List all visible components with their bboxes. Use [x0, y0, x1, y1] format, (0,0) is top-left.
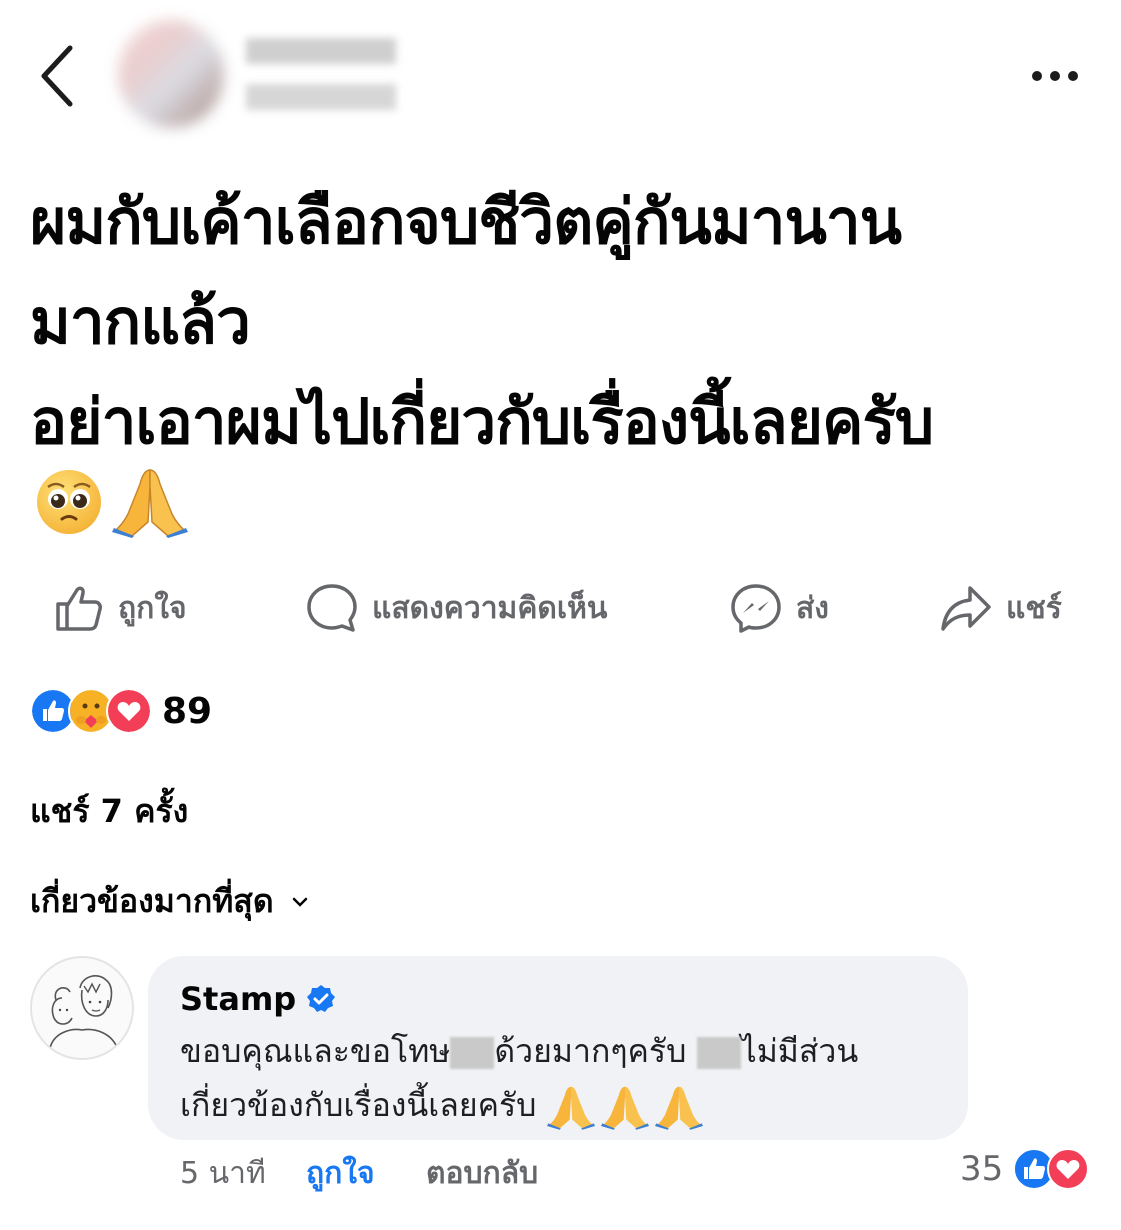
comment-bubble-icon — [307, 584, 357, 632]
author-avatar[interactable] — [118, 20, 224, 128]
sort-label: เกี่ยวข้องมากที่สุด — [30, 882, 274, 920]
thumbs-up-icon — [56, 586, 102, 631]
comment-text-part1: ขอบคุณและขอโทษ — [180, 1032, 451, 1070]
comment-sort-dropdown[interactable]: เกี่ยวข้องมากที่สุด — [30, 876, 308, 927]
comment-action-button[interactable]: แสดงความคิดเห็น — [306, 580, 607, 636]
send-action-label: ส่ง — [796, 590, 829, 626]
comment-time: 5 นาที — [180, 1156, 266, 1191]
more-horizontal-icon — [1032, 71, 1042, 81]
like-action-button[interactable]: ถูกใจ — [52, 580, 187, 636]
comment-author[interactable]: Stamp — [180, 980, 336, 1018]
folded-hands-emoji — [600, 1086, 649, 1130]
comment-author-name: Stamp — [180, 980, 297, 1018]
back-button[interactable] — [30, 38, 86, 114]
like-action-label: ถูกใจ — [118, 590, 187, 626]
comment-reaction-count: 35 — [960, 1149, 1004, 1189]
post-text: ผมกับเค้าเลือกจบชีวิตคู่กันมานาน มากแล้ว… — [30, 185, 934, 458]
post-emojis — [34, 466, 188, 538]
share-arrow-icon — [941, 586, 991, 631]
chevron-left-icon — [41, 45, 73, 107]
love-reaction-icon — [106, 688, 152, 734]
author-name-redacted[interactable] — [246, 38, 396, 64]
folded-hands-emoji — [654, 1086, 703, 1130]
send-action-button[interactable]: ส่ง — [730, 580, 829, 636]
comment-like-button[interactable]: ถูกใจ — [306, 1150, 375, 1197]
share-action-button[interactable]: แชร์ — [940, 580, 1062, 636]
share-count[interactable]: แชร์ 7 ครั้ง — [30, 786, 188, 837]
comment-reply-button[interactable]: ตอบกลับ — [426, 1150, 538, 1197]
comment-text: ขอบคุณและขอโทษ ด้วยมากๆครับ ไม่มีส่วน เกี… — [180, 1024, 960, 1132]
comment-action-label: แสดงความคิดเห็น — [372, 590, 608, 626]
reaction-summary[interactable]: 89 — [30, 688, 212, 734]
folded-hands-emoji — [112, 469, 188, 538]
comment-text-part4: เกี่ยวข้องกับเรื่องนี้เลยครับ — [180, 1086, 547, 1124]
more-options-button[interactable] — [1032, 66, 1086, 86]
comment-text-part2: ด้วยมากๆครับ — [494, 1032, 697, 1070]
love-reaction-icon — [1047, 1148, 1090, 1190]
redacted-name — [696, 1037, 741, 1069]
pleading-face-emoji — [37, 470, 101, 534]
chevron-down-icon — [292, 897, 307, 907]
comment-reaction-summary[interactable]: 35 — [960, 1148, 1090, 1190]
redacted-name — [450, 1037, 495, 1069]
share-action-label: แชร์ — [1006, 590, 1062, 626]
post-meta-redacted — [246, 84, 396, 110]
commenter-avatar[interactable] — [30, 956, 134, 1060]
reaction-count: 89 — [162, 690, 213, 732]
verified-badge-icon — [307, 985, 336, 1012]
line-drawing-avatar-icon — [49, 975, 119, 1051]
comment-emojis — [546, 1084, 703, 1130]
messenger-icon — [731, 584, 781, 633]
folded-hands-emoji — [546, 1086, 595, 1130]
comment-text-part3: ไม่มีส่วน — [740, 1032, 859, 1070]
